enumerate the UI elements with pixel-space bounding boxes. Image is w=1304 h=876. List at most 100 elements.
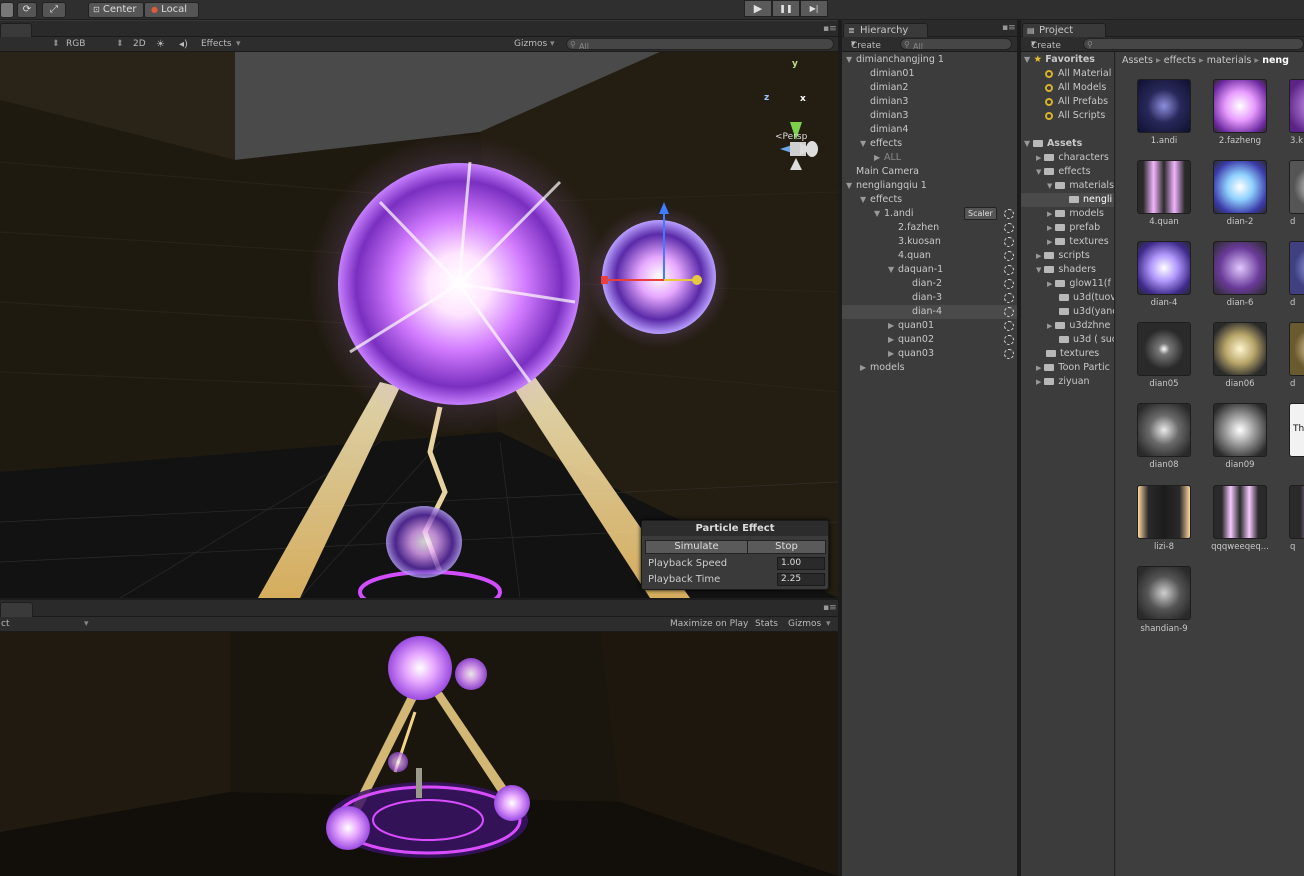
tab-project[interactable]: ▤ Project — [1022, 23, 1106, 37]
panel-menu-icon[interactable]: ▪≡ — [823, 24, 837, 34]
asset-thumbnail[interactable] — [1213, 160, 1267, 214]
rotate-tool-button[interactable]: ⟳ — [17, 2, 37, 18]
maximize-on-play-toggle[interactable]: Maximize on Play — [670, 619, 748, 629]
expand-arrow-icon[interactable]: ▶ — [1047, 280, 1052, 288]
expand-arrow-icon[interactable]: ▶ — [860, 361, 870, 375]
hierarchy-item[interactable]: 2.fazhen — [842, 221, 1017, 235]
favorite-item[interactable]: All Scripts — [1045, 109, 1105, 123]
tab-scene[interactable] — [0, 23, 32, 37]
collapse-arrow-icon[interactable]: ▼ — [874, 207, 884, 221]
asset-thumbnail[interactable] — [1137, 322, 1191, 376]
hierarchy-item[interactable]: 4.quan — [842, 249, 1017, 263]
collapse-arrow-icon[interactable]: ▼ — [860, 193, 870, 207]
splitter-scene-game[interactable] — [0, 598, 838, 600]
visibility-icon[interactable] — [1004, 265, 1014, 275]
game-gizmos-arrow[interactable]: ▾ — [826, 619, 831, 629]
asset-thumbnail[interactable] — [1213, 403, 1267, 457]
collapse-arrow-icon[interactable]: ▼ — [1036, 266, 1041, 274]
asset-thumbnail[interactable] — [1137, 566, 1191, 620]
assets-root[interactable]: ▼ Assets — [1024, 137, 1082, 151]
hierarchy-item[interactable]: dimian3 — [842, 95, 1017, 109]
hierarchy-item[interactable]: dimian4 — [842, 123, 1017, 137]
pivot-center-button[interactable]: ⊡ Center — [88, 2, 144, 18]
asset-thumbnail[interactable] — [1289, 79, 1304, 133]
project-search-input[interactable]: ⚲ — [1083, 38, 1304, 50]
favorite-item[interactable]: All Material — [1045, 67, 1111, 81]
shading-dropdown-arrow[interactable]: ⬍ — [52, 39, 60, 49]
scene-viewport[interactable]: y x z <Persp — [0, 52, 838, 598]
asset-thumbnail[interactable] — [1289, 485, 1304, 539]
hierarchy-item[interactable]: dimian3 — [842, 109, 1017, 123]
hierarchy-item[interactable]: dian-2 — [842, 277, 1017, 291]
visibility-icon[interactable] — [1004, 223, 1014, 233]
expand-arrow-icon[interactable]: ▶ — [1047, 224, 1052, 232]
asset-thumbnail[interactable] — [1289, 241, 1304, 295]
scale-tool-button[interactable]: ⤢ — [42, 2, 66, 18]
gizmo-x-handle[interactable] — [601, 276, 608, 284]
asset-thumbnail-text[interactable]: Th or — [1289, 403, 1304, 457]
visibility-icon[interactable] — [1004, 209, 1014, 219]
hierarchy-item[interactable]: dimian2 — [842, 81, 1017, 95]
favorite-item[interactable]: All Prefabs — [1045, 95, 1108, 109]
collapse-arrow-icon[interactable]: ▼ — [1024, 139, 1033, 148]
expand-arrow-icon[interactable]: ▶ — [888, 319, 898, 333]
visibility-icon[interactable] — [1004, 307, 1014, 317]
asset-thumbnail[interactable] — [1137, 485, 1191, 539]
expand-arrow-icon[interactable]: ▶ — [1047, 210, 1052, 218]
folder-item[interactable]: ▶ Toon Partic — [1036, 361, 1110, 375]
expand-arrow-icon[interactable]: ▶ — [1036, 378, 1041, 386]
aspect-dropdown[interactable]: ct — [1, 619, 9, 629]
hierarchy-item[interactable]: ▶ ALL — [842, 151, 1017, 165]
hierarchy-item[interactable]: dimian01 — [842, 67, 1017, 81]
hierarchy-item[interactable]: ▶ quan03 — [842, 347, 1017, 361]
visibility-icon[interactable] — [1004, 251, 1014, 261]
asset-thumbnail[interactable] — [1213, 485, 1267, 539]
audio-toggle-icon[interactable]: ◂) — [179, 39, 188, 50]
collapse-arrow-icon[interactable]: ▼ — [888, 263, 898, 277]
expand-arrow-icon[interactable]: ▶ — [888, 333, 898, 347]
hierarchy-item[interactable]: ▶ quan02 — [842, 333, 1017, 347]
collapse-arrow-icon[interactable]: ▼ — [860, 137, 870, 151]
folder-item[interactable]: u3d(yanc — [1059, 305, 1114, 319]
expand-arrow-icon[interactable]: ▶ — [874, 151, 884, 165]
stop-button[interactable]: Stop — [747, 540, 826, 554]
hierarchy-item[interactable]: ▼ nengliangqiu 1 — [842, 179, 1017, 193]
game-gizmos-dropdown[interactable]: Gizmos — [788, 619, 821, 629]
hierarchy-item[interactable]: ▼ 1.andi Scaler — [842, 207, 1017, 221]
visibility-icon[interactable] — [1004, 349, 1014, 359]
lighting-toggle-icon[interactable]: ☀ — [156, 39, 165, 50]
pause-button[interactable]: ❚❚ — [772, 0, 800, 17]
simulate-button[interactable]: Simulate — [645, 540, 748, 554]
asset-thumbnail[interactable] — [1289, 322, 1304, 376]
collapse-arrow-icon[interactable]: ▼ — [846, 53, 856, 67]
folder-item[interactable]: ▼ materials — [1047, 179, 1114, 193]
asset-thumbnail[interactable] — [1137, 160, 1191, 214]
hand-tool-button[interactable] — [0, 2, 14, 18]
asset-thumbnail[interactable] — [1137, 79, 1191, 133]
effects-dropdown-arrow[interactable]: ▾ — [236, 39, 241, 49]
folder-item[interactable]: u3d ( suc — [1059, 333, 1114, 347]
folder-item[interactable]: ▼ shaders — [1036, 263, 1096, 277]
hierarchy-search-input[interactable]: ⚲ All — [900, 38, 1012, 51]
visibility-icon[interactable] — [1004, 293, 1014, 303]
breadcrumb-current[interactable]: neng — [1262, 55, 1289, 66]
asset-thumbnail[interactable] — [1289, 160, 1304, 214]
tab-hierarchy[interactable]: ≣ Hierarchy — [843, 23, 928, 37]
folder-item[interactable]: ▶ ziyuan — [1036, 375, 1090, 389]
tab-game[interactable] — [0, 602, 33, 617]
folder-item[interactable]: ▶ glow11(f — [1047, 277, 1111, 291]
scene-search-input[interactable]: ⚲ All — [566, 38, 834, 51]
effects-dropdown[interactable]: Effects — [201, 39, 232, 49]
hierarchy-item-selected[interactable]: dian-4 — [842, 305, 1017, 319]
hierarchy-item[interactable]: ▶ models — [842, 361, 1017, 375]
step-button[interactable]: ▶| — [800, 0, 828, 17]
playback-speed-field[interactable]: 1.00 — [777, 557, 825, 570]
game-panel-menu-icon[interactable]: ▪≡ — [823, 603, 837, 613]
visibility-icon[interactable] — [1004, 321, 1014, 331]
visibility-icon[interactable] — [1004, 335, 1014, 345]
collapse-arrow-icon[interactable]: ▼ — [1036, 168, 1041, 176]
toggle-2d-button[interactable]: 2D — [133, 39, 146, 49]
collapse-arrow-icon[interactable]: ▼ — [1047, 182, 1052, 190]
hierarchy-item[interactable]: ▼ effects — [842, 193, 1017, 207]
scene-gizmos-dropdown[interactable]: Gizmos — [514, 39, 547, 49]
